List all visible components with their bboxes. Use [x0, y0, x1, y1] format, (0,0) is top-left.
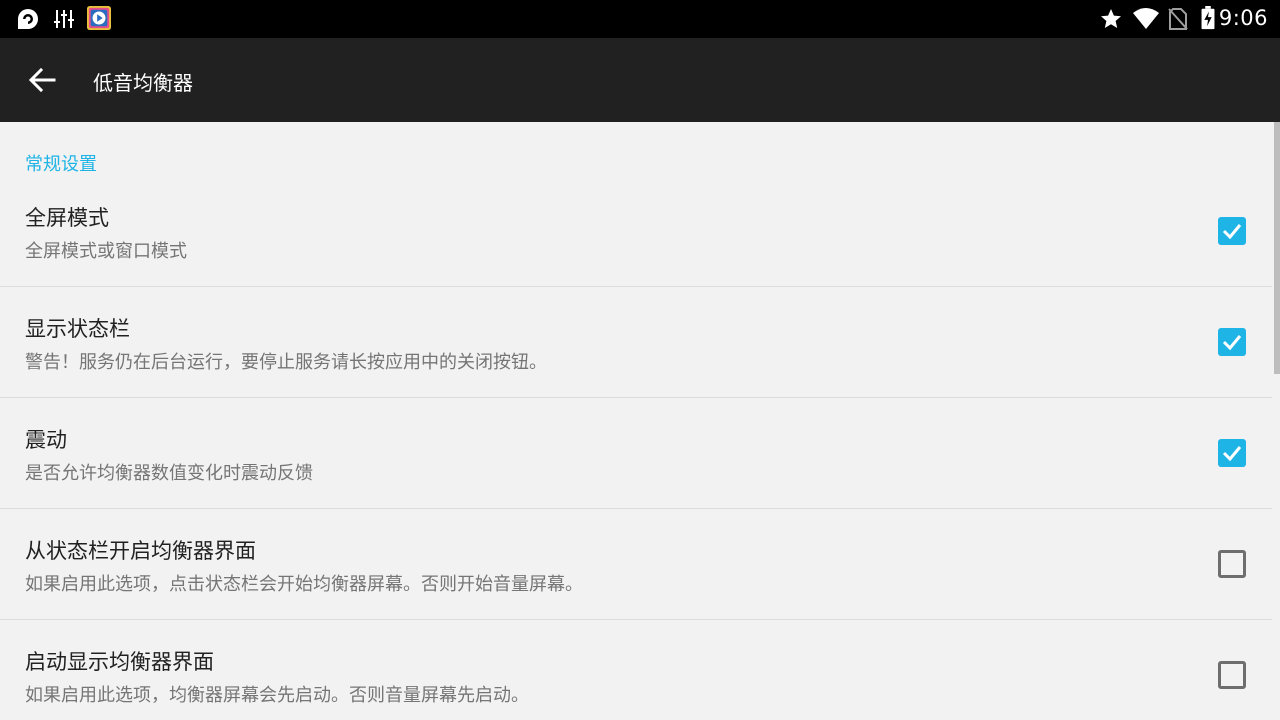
equalizer-sliders-icon [54, 10, 74, 28]
show-statusbar-checkbox[interactable] [1218, 328, 1246, 356]
pref-item-show-statusbar[interactable]: 显示状态栏 警告！服务仍在后台运行，要停止服务请长按应用中的关闭按钮。 [0, 287, 1272, 398]
pref-summary: 如果启用此选项，均衡器屏幕会先启动。否则音量屏幕先启动。 [25, 685, 529, 706]
pref-title: 启动显示均衡器界面 [25, 650, 214, 674]
checkmark-icon [1222, 335, 1242, 351]
checkmark-icon [1222, 446, 1242, 462]
wifi-icon [1133, 8, 1159, 29]
fullscreen-checkbox[interactable] [1218, 217, 1246, 245]
pref-summary: 是否允许均衡器数值变化时震动反馈 [25, 463, 313, 484]
pref-summary: 如果启用此选项，点击状态栏会开始均衡器屏幕。否则开始音量屏幕。 [25, 574, 583, 595]
app-bar: 低音均衡器 [0, 38, 1280, 122]
star-icon [1101, 9, 1121, 28]
status-clock: 9:06 [1218, 6, 1268, 30]
checkmark-icon [1222, 224, 1242, 240]
pref-item-vibration[interactable]: 震动 是否允许均衡器数值变化时震动反馈 [0, 398, 1272, 509]
pocket-casts-icon [18, 9, 38, 29]
pref-item-open-from-statusbar[interactable]: 从状态栏开启均衡器界面 如果启用此选项，点击状态栏会开始均衡器屏幕。否则开始音量… [0, 509, 1272, 620]
scrollbar[interactable] [1274, 122, 1280, 374]
show-equalizer-on-start-checkbox[interactable] [1218, 661, 1246, 689]
video-app-icon [87, 6, 111, 30]
battery-charging-icon [1201, 6, 1215, 30]
pref-title: 从状态栏开启均衡器界面 [25, 539, 256, 563]
open-from-statusbar-checkbox[interactable] [1218, 550, 1246, 578]
page-title: 低音均衡器 [93, 71, 193, 95]
pref-title: 全屏模式 [25, 206, 109, 230]
pref-item-show-equalizer-on-start[interactable]: 启动显示均衡器界面 如果启用此选项，均衡器屏幕会先启动。否则音量屏幕先启动。 [0, 620, 1272, 720]
back-arrow-icon[interactable] [24, 62, 60, 98]
vibration-checkbox[interactable] [1218, 439, 1246, 467]
pref-summary: 警告！服务仍在后台运行，要停止服务请长按应用中的关闭按钮。 [25, 352, 547, 373]
preferences-list[interactable]: 常规设置 全屏模式 全屏模式或窗口模式 显示状态栏 警告！服务仍在后台运行，要停… [0, 122, 1280, 720]
pref-title: 震动 [25, 428, 67, 452]
no-sim-icon [1168, 8, 1188, 30]
status-bar: 9:06 [0, 0, 1280, 38]
pref-summary: 全屏模式或窗口模式 [25, 241, 187, 262]
pref-item-fullscreen[interactable]: 全屏模式 全屏模式或窗口模式 [0, 122, 1272, 287]
pref-title: 显示状态栏 [25, 317, 130, 341]
